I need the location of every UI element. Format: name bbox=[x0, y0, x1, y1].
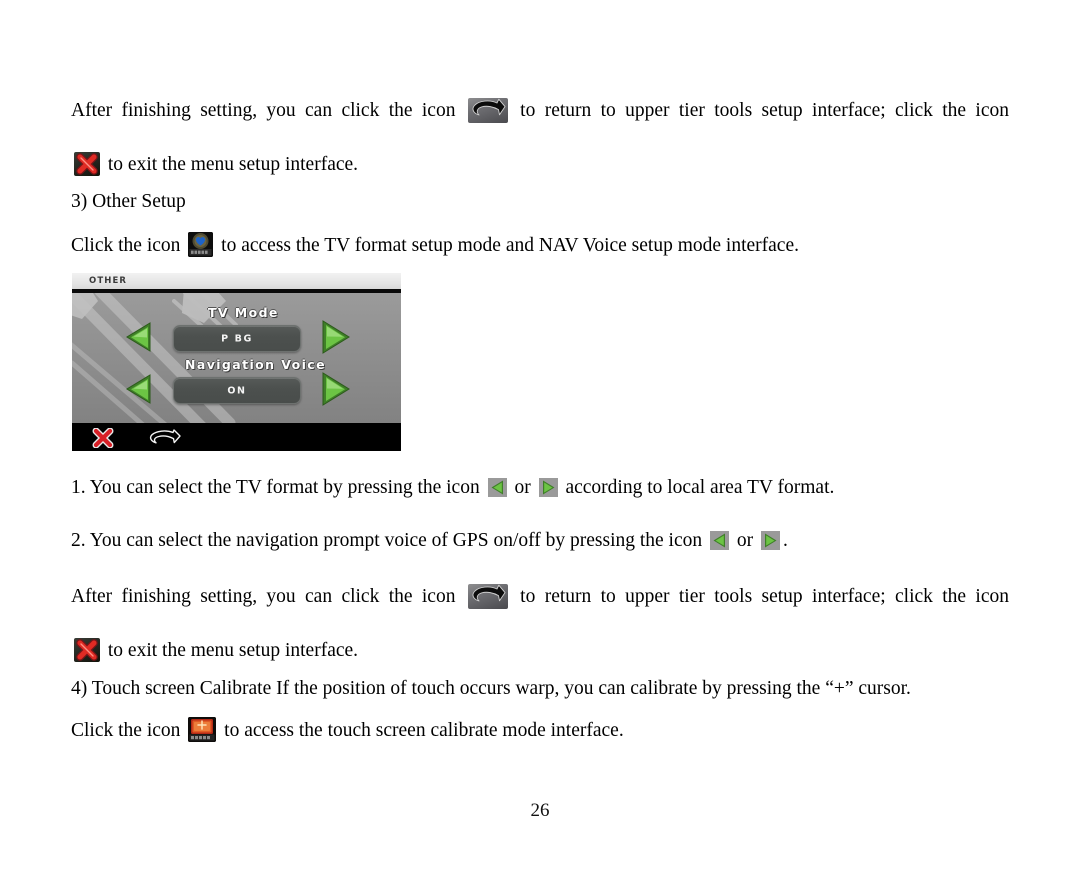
return-arrow-icon bbox=[467, 584, 508, 609]
page-number: 26 bbox=[530, 800, 550, 821]
green-left-triangle-icon[interactable] bbox=[125, 322, 153, 352]
device-titlebar-label: OTHER bbox=[89, 276, 127, 286]
exit-x-icon[interactable] bbox=[92, 428, 114, 448]
paragraph-text: Click the icon bbox=[71, 720, 181, 741]
paragraph-after-finishing-setting-1: After finishing setting, you can click t… bbox=[71, 98, 1009, 151]
heading-touch-screen-calibrate: 4) Touch screen Calibrate If the positio… bbox=[71, 678, 911, 699]
list-item-text: or bbox=[736, 530, 754, 551]
device-footer-bar bbox=[72, 423, 401, 451]
device-screenshot-other-setup: OTHER TV Mode P BG Navigation Voice ON bbox=[72, 273, 401, 451]
green-left-triangle-icon bbox=[487, 478, 507, 497]
paragraph-after-finishing-setting-2: After finishing setting, you can click t… bbox=[71, 584, 1009, 637]
touch-calibrate-icon bbox=[188, 717, 217, 742]
exit-x-icon bbox=[74, 152, 100, 176]
list-item-2-navigation-voice: 2. You can select the navigation prompt … bbox=[71, 528, 788, 554]
list-item-text: . bbox=[783, 530, 788, 551]
list-item-text: or bbox=[514, 477, 531, 498]
green-left-triangle-icon bbox=[710, 531, 730, 550]
heading-other-setup: 3) Other Setup bbox=[71, 191, 186, 212]
document-page: After finishing setting, you can click t… bbox=[0, 0, 1080, 883]
paragraph-exit-menu-1: to exit the menu setup interface. bbox=[71, 152, 358, 178]
paragraph-text: to exit the menu setup interface. bbox=[107, 154, 359, 175]
return-arrow-icon bbox=[467, 98, 508, 123]
back-arrow-icon[interactable] bbox=[147, 429, 183, 447]
green-left-triangle-icon[interactable] bbox=[125, 374, 153, 404]
paragraph-text: to exit the menu setup interface. bbox=[107, 640, 359, 661]
setting-value-navigation-voice: ON bbox=[227, 385, 247, 396]
list-item-text: according to local area TV format. bbox=[565, 477, 835, 498]
list-item-1-tv-format: 1. You can select the TV format by press… bbox=[71, 475, 834, 501]
list-item-text: 2. You can select the navigation prompt … bbox=[71, 530, 703, 551]
paragraph-click-other-setup-icon: Click the icon to access the TV format s… bbox=[71, 232, 799, 259]
paragraph-text: to access the touch screen calibrate mod… bbox=[224, 720, 624, 741]
green-right-triangle-icon[interactable] bbox=[319, 372, 351, 406]
setting-value-box-tv-mode[interactable]: P BG bbox=[173, 325, 301, 352]
exit-x-icon bbox=[74, 638, 100, 662]
green-right-triangle-icon bbox=[761, 531, 781, 550]
device-body: TV Mode P BG Navigation Voice ON bbox=[72, 293, 401, 423]
paragraph-exit-menu-2: to exit the menu setup interface. bbox=[71, 638, 358, 664]
other-setup-icon bbox=[188, 232, 214, 257]
paragraph-text: After finishing setting, you can click t… bbox=[71, 586, 456, 607]
setting-label-navigation-voice: Navigation Voice bbox=[185, 357, 326, 372]
paragraph-text: Click the icon bbox=[71, 235, 181, 256]
paragraph-text: to return to upper tier tools setup inte… bbox=[520, 100, 1010, 121]
setting-label-tv-mode: TV Mode bbox=[208, 305, 279, 320]
paragraph-text: to access the TV format setup mode and N… bbox=[221, 235, 799, 256]
paragraph-text: After finishing setting, you can click t… bbox=[71, 100, 456, 121]
paragraph-text: to return to upper tier tools setup inte… bbox=[520, 586, 1010, 607]
device-titlebar: OTHER bbox=[72, 273, 401, 293]
paragraph-click-calibrate-icon: Click the icon to access the touch scree… bbox=[71, 717, 624, 744]
setting-value-box-navigation-voice[interactable]: ON bbox=[173, 377, 301, 404]
green-right-triangle-icon bbox=[538, 478, 558, 497]
list-item-text: 1. You can select the TV format by press… bbox=[71, 477, 480, 498]
green-right-triangle-icon[interactable] bbox=[319, 320, 351, 354]
setting-value-tv-mode: P BG bbox=[221, 333, 253, 344]
